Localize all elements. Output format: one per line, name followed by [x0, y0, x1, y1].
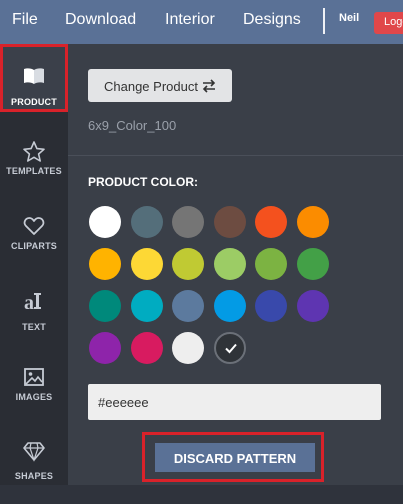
color-swatch[interactable]: [214, 290, 246, 322]
change-product-button[interactable]: Change Product: [88, 69, 232, 102]
menu-download[interactable]: Download: [65, 10, 136, 30]
color-swatch[interactable]: [255, 290, 287, 322]
color-swatch[interactable]: [297, 248, 329, 280]
change-product-label: Change Product: [104, 79, 198, 94]
sidebar-item-label: CLIPARTS: [11, 241, 57, 251]
svg-text:a: a: [24, 292, 34, 314]
sidebar-item-label: IMAGES: [15, 392, 53, 402]
product-name: 6x9_Color_100: [88, 118, 177, 133]
color-swatch[interactable]: [131, 248, 163, 280]
checkmark-icon: [225, 343, 237, 354]
heart-icon: [23, 217, 45, 235]
sidebar-item-templates[interactable]: TEMPLATES: [0, 136, 68, 204]
color-swatch[interactable]: [214, 332, 246, 364]
discard-pattern-button[interactable]: DISCARD PATTERN: [155, 443, 315, 472]
diamond-icon: [23, 442, 45, 462]
color-swatch[interactable]: [172, 332, 204, 364]
discard-pattern-highlight: DISCARD PATTERN: [142, 432, 324, 482]
color-swatch[interactable]: [89, 248, 121, 280]
menu-file[interactable]: File: [12, 10, 38, 30]
color-swatch[interactable]: [214, 206, 246, 238]
sidebar-item-cliparts[interactable]: CLIPARTS: [0, 210, 68, 278]
sidebar-item-images[interactable]: IMAGES: [0, 362, 68, 430]
color-swatch[interactable]: [297, 206, 329, 238]
sidebar-item-label: PRODUCT: [11, 97, 57, 107]
color-swatch[interactable]: [89, 290, 121, 322]
color-swatch[interactable]: [255, 206, 287, 238]
color-swatch[interactable]: [89, 206, 121, 238]
color-swatch[interactable]: [297, 290, 329, 322]
sidebar-item-shapes[interactable]: SHAPES: [0, 436, 68, 504]
star-icon: [23, 141, 45, 162]
sidebar-item-label: TEMPLATES: [6, 166, 62, 176]
swap-arrows-icon: [202, 79, 216, 93]
sidebar-item-label: TEXT: [22, 322, 46, 332]
discard-pattern-label: DISCARD PATTERN: [173, 451, 297, 466]
color-swatch[interactable]: [255, 248, 287, 280]
sidebar-item-product[interactable]: PRODUCT: [0, 44, 68, 112]
menu-divider: [323, 8, 325, 34]
hex-color-input[interactable]: [88, 384, 381, 420]
color-swatch[interactable]: [89, 332, 121, 364]
color-swatch[interactable]: [131, 206, 163, 238]
user-name: Neil: [339, 12, 360, 24]
sidebar-item-text[interactable]: a TEXT: [0, 286, 68, 354]
book-icon: [24, 68, 44, 84]
menu-designs[interactable]: Designs: [243, 10, 301, 30]
menu-interior[interactable]: Interior: [165, 10, 215, 30]
color-swatch[interactable]: [214, 248, 246, 280]
logout-label: Logout: [384, 16, 403, 28]
color-swatch[interactable]: [172, 290, 204, 322]
color-swatch[interactable]: [131, 332, 163, 364]
color-swatch[interactable]: [172, 206, 204, 238]
top-menu-bar: File Download Interior Designs Neil Logo…: [0, 0, 403, 44]
color-swatch[interactable]: [131, 290, 163, 322]
sidebar-item-label: SHAPES: [14, 471, 54, 481]
image-icon: [24, 368, 44, 386]
logout-button[interactable]: Logout: [374, 12, 403, 34]
product-color-title: PRODUCT COLOR:: [88, 175, 198, 189]
text-icon: a: [24, 292, 41, 314]
section-divider: [68, 155, 403, 156]
color-swatch[interactable]: [172, 248, 204, 280]
